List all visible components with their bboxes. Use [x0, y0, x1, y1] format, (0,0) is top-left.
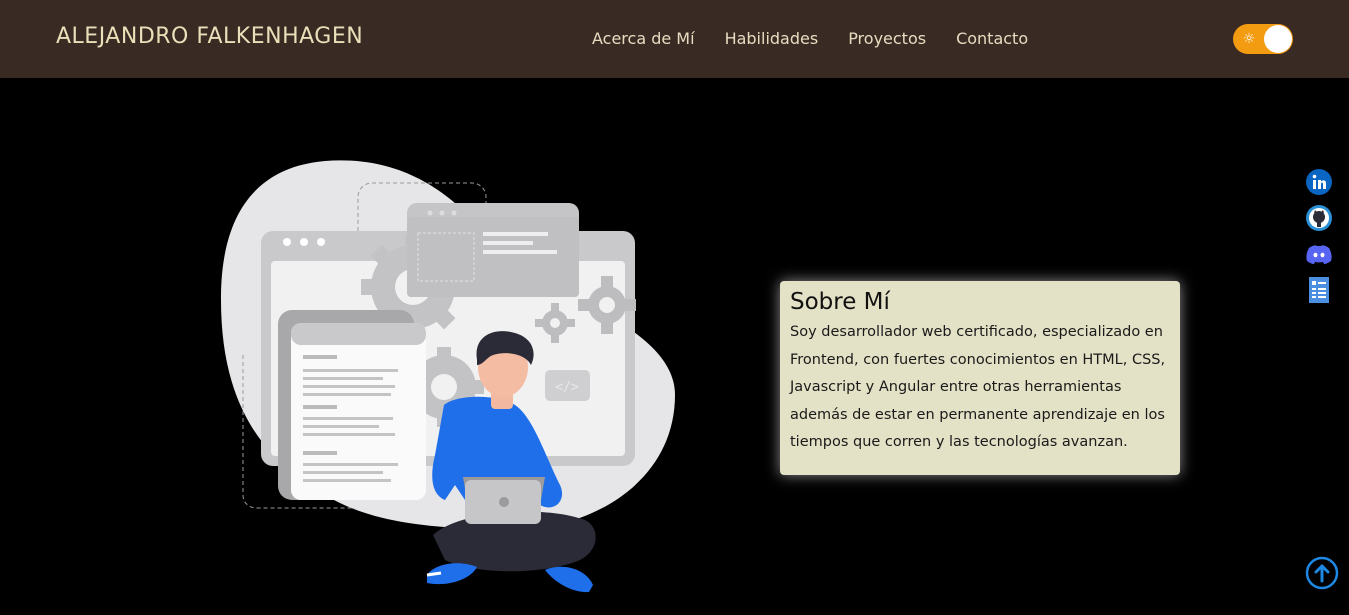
svg-text:</>: </>: [555, 380, 579, 395]
about-card: Sobre Mí Soy desarrollador web certifica…: [780, 281, 1180, 475]
nav-links: Acerca de Mí Habilidades Proyectos Conta…: [592, 29, 1028, 48]
linkedin-icon[interactable]: [1305, 168, 1333, 196]
discord-icon[interactable]: [1305, 240, 1333, 268]
toggle-knob: [1264, 25, 1292, 53]
resume-icon[interactable]: [1305, 276, 1333, 304]
nav-link-about[interactable]: Acerca de Mí: [592, 29, 695, 48]
about-text: Soy desarrollador web certificado, espec…: [790, 324, 1166, 450]
nav-link-skills[interactable]: Habilidades: [725, 29, 819, 48]
social-sidebar: [1305, 168, 1335, 312]
sun-icon: ☼: [1242, 31, 1256, 47]
arrow-up-icon[interactable]: [1305, 556, 1339, 590]
developer-illustration: </>: [220, 160, 675, 593]
nav-link-projects[interactable]: Proyectos: [848, 29, 926, 48]
site-brand[interactable]: ALEJANDRO FALKENHAGEN: [56, 24, 363, 49]
navbar: ALEJANDRO FALKENHAGEN Acerca de Mí Habil…: [0, 0, 1349, 78]
about-title: Sobre Mí: [790, 289, 890, 315]
nav-link-contact[interactable]: Contacto: [956, 29, 1028, 48]
github-icon[interactable]: [1305, 204, 1333, 232]
theme-toggle[interactable]: ☼: [1233, 24, 1293, 54]
